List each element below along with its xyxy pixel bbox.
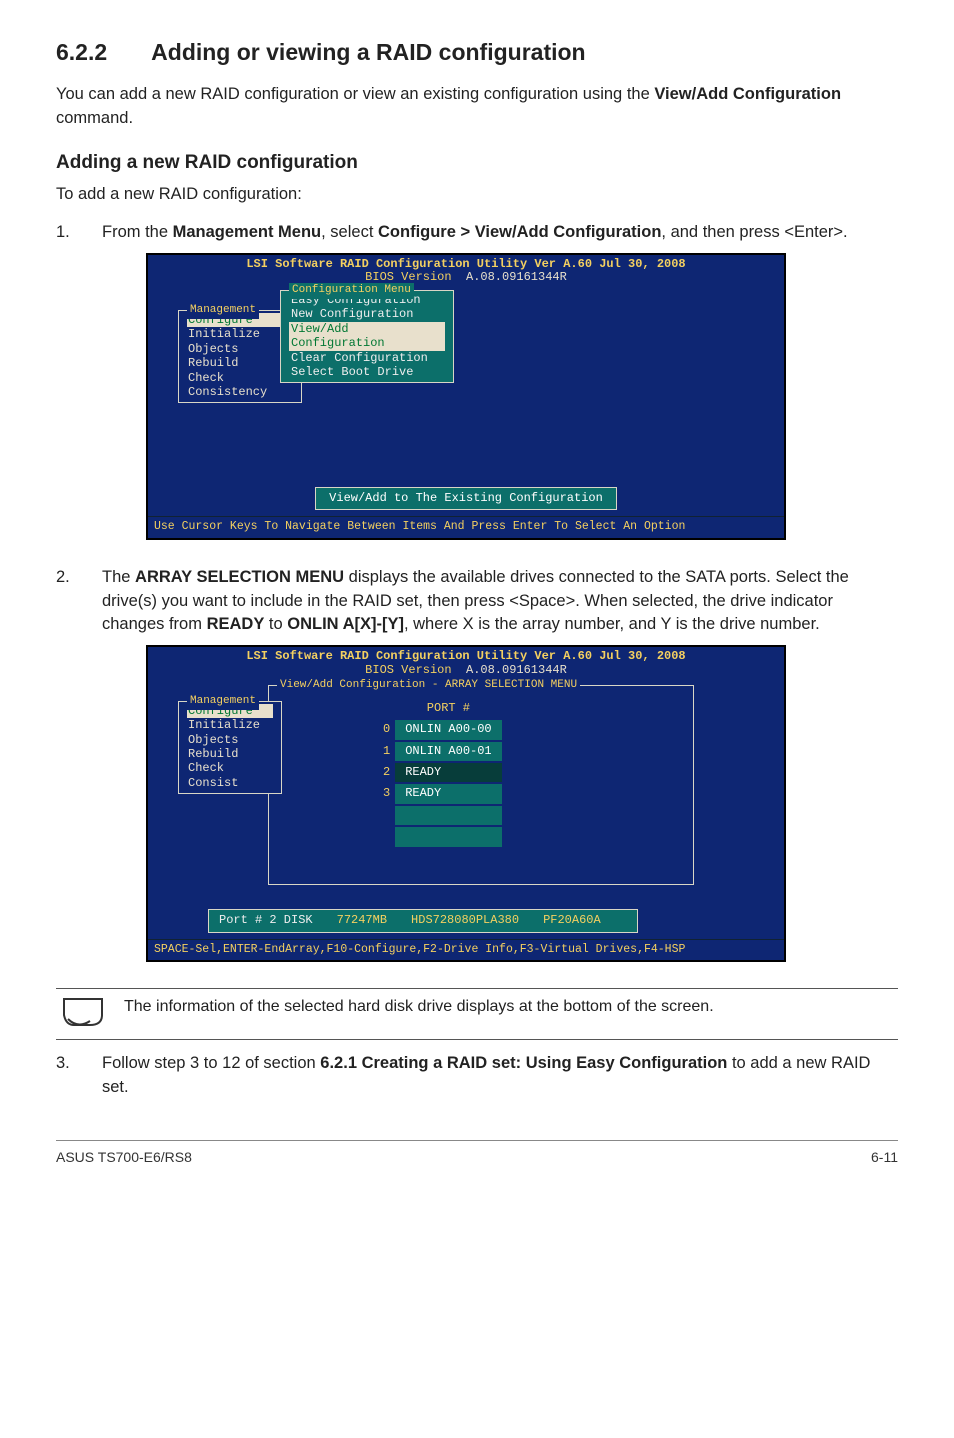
section-heading: 6.2.2 Adding or viewing a RAID configura…: [56, 36, 898, 69]
drive-row[interactable]: ONLIN A00-00: [394, 719, 502, 740]
configuration-menu-panel: Configuration Menu Easy Configuration Ne…: [280, 290, 454, 383]
drive-info-bar: Port # 2 DISK 77247MB HDS728080PLA380 PF…: [208, 909, 638, 932]
note-callout: The information of the selected hard dis…: [56, 988, 898, 1040]
section-number: 6.2.2: [56, 36, 107, 69]
note-text: The information of the selected hard dis…: [124, 995, 894, 1018]
bios-screenshot-2: LSI Software RAID Configuration Utility …: [146, 645, 786, 962]
menu-label: Management: [187, 303, 259, 319]
step-3: 3. Follow step 3 to 12 of section 6.2.1 …: [56, 1052, 898, 1100]
cfg-new[interactable]: New Configuration: [289, 307, 445, 321]
port-header: PORT #: [394, 698, 502, 719]
step-number: 2.: [56, 566, 74, 977]
menu-item-check-consistency[interactable]: Check Consistency: [187, 371, 293, 400]
drive-row-empty: [394, 805, 502, 826]
menu-item-rebuild[interactable]: Rebuild: [187, 356, 293, 370]
menu-item-objects[interactable]: Objects: [187, 733, 273, 747]
array-selection-panel: View/Add Configuration - ARRAY SELECTION…: [268, 685, 694, 885]
menu-item-initialize[interactable]: Initialize: [187, 327, 293, 341]
cfg-select-boot[interactable]: Select Boot Drive: [289, 365, 445, 379]
step-2: 2. The ARRAY SELECTION MENU displays the…: [56, 566, 898, 977]
intro-paragraph: You can add a new RAID configuration or …: [56, 83, 898, 131]
management-menu-panel: Management Configure Initialize Objects …: [178, 701, 282, 794]
subsection-heading: Adding a new RAID configuration: [56, 149, 898, 177]
subsection-lead: To add a new RAID configuration:: [56, 183, 898, 207]
bios-help-line: Use Cursor Keys To Navigate Between Item…: [148, 516, 784, 538]
page-footer: ASUS TS700-E6/RS8 6-11: [56, 1140, 898, 1167]
menu-item-check-consist[interactable]: Check Consist: [187, 761, 273, 790]
step-1: 1. From the Management Menu, select Conf…: [56, 221, 898, 554]
footer-product: ASUS TS700-E6/RS8: [56, 1147, 192, 1167]
bios-screenshot-1: LSI Software RAID Configuration Utility …: [146, 253, 786, 540]
drive-row[interactable]: ONLIN A00-01: [394, 741, 502, 762]
footer-pageno: 6-11: [871, 1147, 898, 1167]
bios-status-bar: View/Add to The Existing Configuration: [315, 487, 617, 510]
menu-item-rebuild[interactable]: Rebuild: [187, 747, 273, 761]
note-icon: [60, 995, 106, 1029]
drive-row[interactable]: READY: [394, 783, 502, 804]
menu-item-initialize[interactable]: Initialize: [187, 718, 273, 732]
drive-row[interactable]: READY: [394, 762, 502, 783]
step-number: 1.: [56, 221, 74, 554]
bios-help-line: SPACE-Sel,ENTER-EndArray,F10-Configure,F…: [148, 939, 784, 961]
step-number: 3.: [56, 1052, 74, 1100]
section-title: Adding or viewing a RAID configuration: [151, 36, 585, 69]
menu-item-objects[interactable]: Objects: [187, 342, 293, 356]
cfg-clear[interactable]: Clear Configuration: [289, 351, 445, 365]
drive-row-empty: [394, 826, 502, 847]
cfg-view-add[interactable]: View/Add Configuration: [289, 322, 445, 351]
